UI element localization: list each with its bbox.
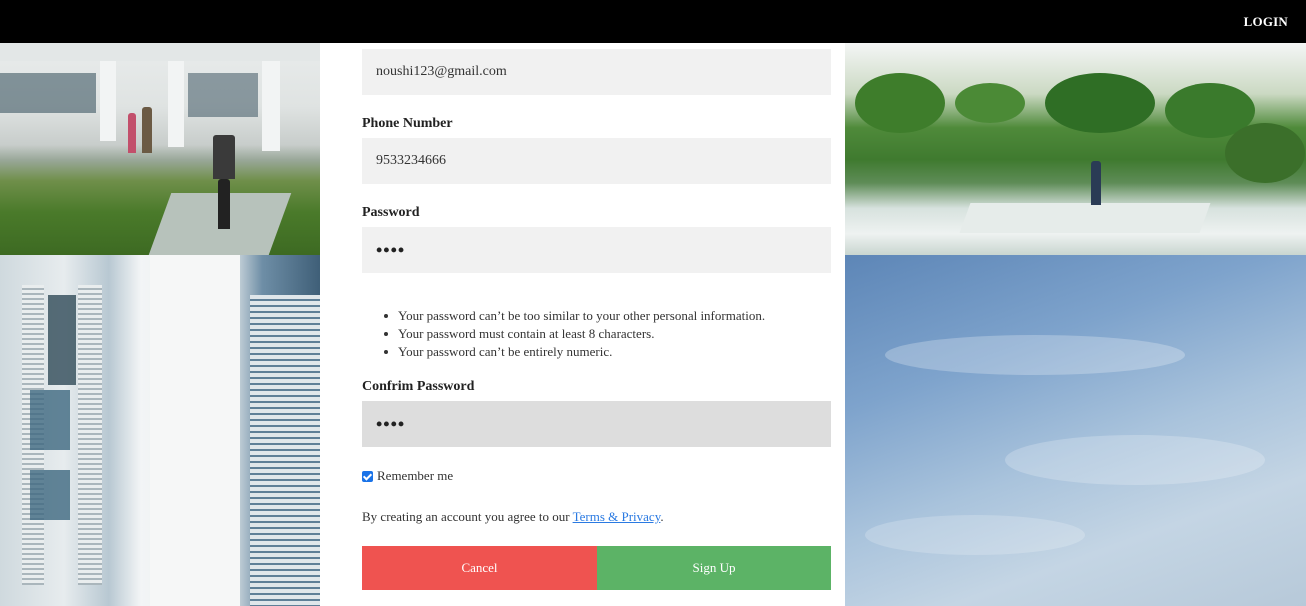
email-field[interactable]: [362, 49, 831, 95]
background-image-garden: [845, 43, 1306, 255]
terms-suffix: .: [660, 509, 664, 524]
phone-label: Phone Number: [362, 116, 453, 131]
password-rule: Your password can’t be entirely numeric.: [362, 343, 832, 361]
registration-form: Phone Number Password •••• Your password…: [320, 43, 845, 606]
remember-me-row: Remember me: [362, 468, 453, 484]
cancel-button[interactable]: Cancel: [362, 546, 597, 590]
password-label: Password: [362, 205, 420, 220]
password-rules-list: Your password can’t be too similar to yo…: [362, 307, 832, 361]
phone-field[interactable]: [362, 138, 831, 184]
password-rule: Your password can’t be too similar to yo…: [362, 307, 832, 325]
confirm-password-field[interactable]: ••••: [362, 401, 831, 447]
remember-me-checkbox[interactable]: [362, 470, 373, 482]
terms-prefix: By creating an account you agree to our: [362, 509, 573, 524]
remember-me-label: Remember me: [377, 468, 454, 483]
terms-privacy-link[interactable]: Terms & Privacy: [573, 509, 661, 524]
password-field[interactable]: ••••: [362, 227, 831, 273]
terms-text: By creating an account you agree to our …: [362, 509, 664, 525]
top-navbar: LOGIN: [0, 0, 1306, 43]
sign-up-button[interactable]: Sign Up: [597, 546, 831, 590]
background-image-building: [0, 255, 320, 606]
background-image-sky: [845, 255, 1306, 606]
login-link[interactable]: LOGIN: [1244, 14, 1288, 30]
password-rule: Your password must contain at least 8 ch…: [362, 325, 832, 343]
background-image-walkway: [0, 43, 320, 255]
confirm-password-label: Confrim Password: [362, 379, 475, 394]
